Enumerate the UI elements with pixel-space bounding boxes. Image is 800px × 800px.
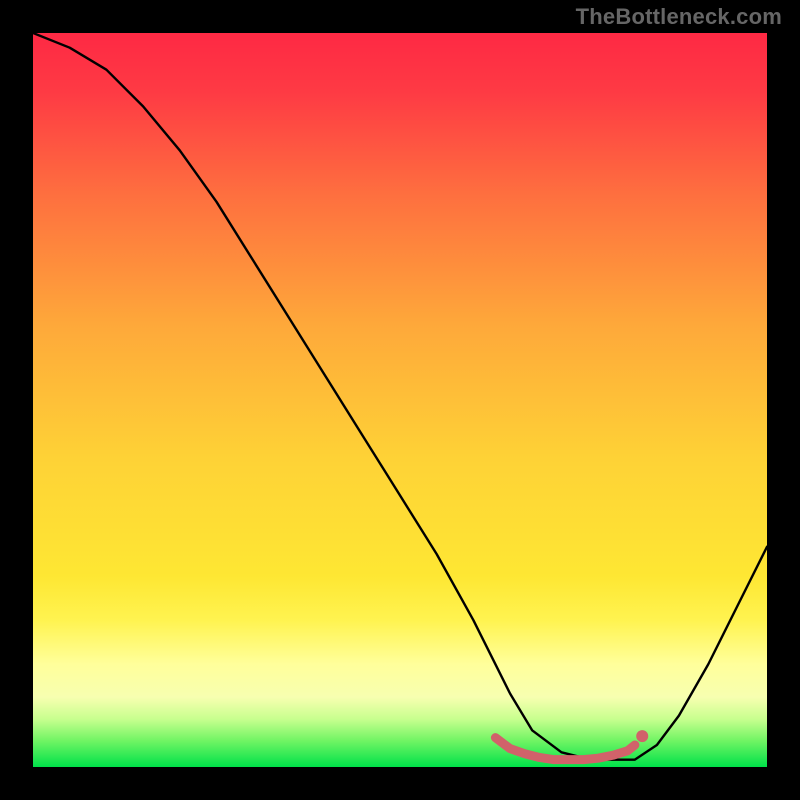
plot-area (33, 33, 767, 767)
optimal-range-end-dot (636, 730, 648, 742)
chart-container: TheBottleneck.com (0, 0, 800, 800)
chart-svg (33, 33, 767, 767)
gradient-background (33, 33, 767, 767)
watermark-text: TheBottleneck.com (576, 4, 782, 30)
